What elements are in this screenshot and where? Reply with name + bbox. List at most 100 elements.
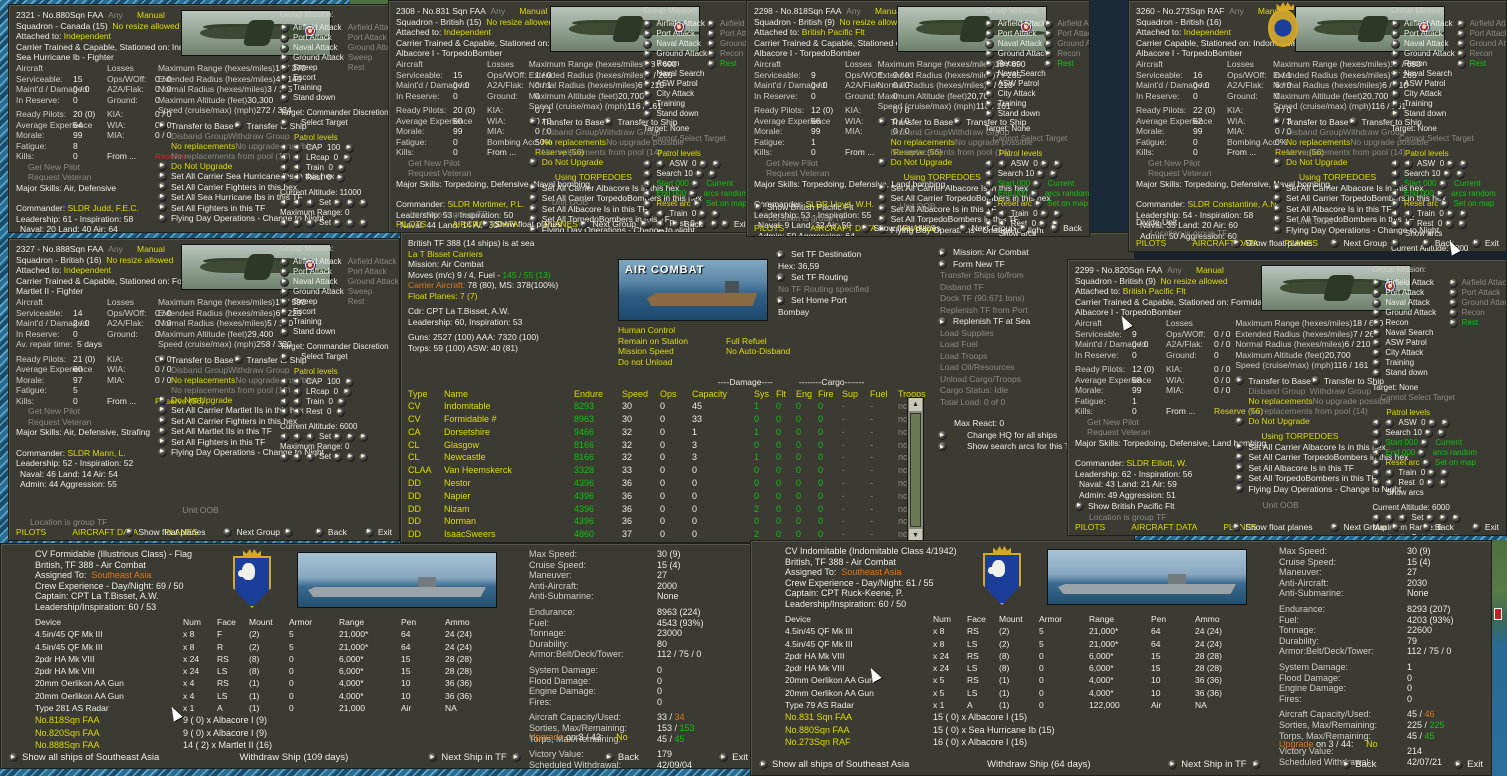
tf-order-toggle[interactable]: Do not Unload [618, 357, 726, 368]
arrow-icon[interactable] [1044, 58, 1054, 69]
tf-dest-menu-item[interactable]: Set TF Routing [791, 272, 848, 284]
tf-dest-menu-item[interactable]: No TF Routing specified [778, 284, 869, 296]
tf-menu-item[interactable]: Transfer Ships to/from [940, 270, 1024, 282]
day-mission[interactable]: Naval Attack [1404, 39, 1448, 49]
night-mission[interactable]: Rest [1470, 59, 1486, 69]
get-new-pilot-link[interactable]: Get New Pilot [408, 158, 531, 169]
arrow-icon[interactable] [1235, 462, 1245, 473]
day-mission[interactable]: Sweep [293, 63, 317, 73]
using-torpedoes[interactable]: Using TORPEDOES [1261, 431, 1371, 442]
footer-button[interactable]: Back [670, 218, 703, 229]
arrow-icon[interactable] [707, 58, 717, 69]
set-all-action[interactable]: Set All Carrier Albacore Is in this hex [1248, 442, 1385, 453]
arrow-icon[interactable] [157, 415, 167, 426]
ship-squadron-name[interactable]: No.880Sqn FAA [785, 724, 933, 736]
arrow-icon[interactable] [1075, 500, 1084, 511]
ship-row[interactable]: DD Napier 4396 36 0 0 0 0 0 0 - - none [408, 490, 918, 503]
set-all-action[interactable]: Set All Carrier Fighters in this hex [171, 182, 297, 193]
night-mission[interactable]: Ground Attack [1470, 39, 1506, 49]
night-mission[interactable]: Rest [348, 297, 364, 307]
arrow-icon[interactable] [1273, 192, 1282, 203]
get-new-pilot-link[interactable]: Get New Pilot [1148, 158, 1275, 169]
set-altitude-button[interactable]: Set [319, 432, 331, 442]
set-all-action[interactable]: Set All Albacore Is in this TF [1248, 463, 1354, 474]
day-mission[interactable]: Sweep [293, 297, 317, 307]
scrollbar-thumb[interactable] [910, 413, 921, 527]
set-on-map-button[interactable]: Set on map [1453, 199, 1494, 209]
day-mission[interactable]: Airfield Attack [656, 19, 704, 29]
arrow-icon[interactable] [1235, 415, 1245, 426]
footer-button[interactable]: Exit [720, 218, 748, 229]
arrow-icon[interactable] [157, 212, 167, 223]
footer-button[interactable]: Back [1050, 222, 1082, 233]
tf-dest-menu-item[interactable]: Bombay [778, 307, 809, 319]
ship-captain[interactable]: Captain: CPT Ruck-Keene, P. [785, 588, 957, 599]
set-all-action[interactable]: Set All Fighters in this TF [171, 437, 265, 448]
day-mission[interactable]: Naval Attack [293, 277, 337, 287]
manual-toggle[interactable]: Manual [519, 6, 547, 16]
arrow-icon[interactable] [1456, 58, 1466, 69]
day-mission[interactable]: Training [293, 83, 322, 93]
day-mission[interactable]: ASW Patrol [656, 79, 697, 89]
night-mission[interactable]: Ground Attack [348, 277, 399, 287]
arrow-icon[interactable] [157, 404, 167, 415]
ship-footer-button[interactable]: Next Ship in TF [1168, 759, 1264, 770]
transfer-to-base-button[interactable]: Transfer to Base [1273, 116, 1349, 127]
day-mission[interactable]: Airfield Attack [998, 19, 1046, 29]
night-mission[interactable]: Rest [348, 63, 364, 73]
day-mission[interactable]: Airfield Attack [1385, 278, 1433, 288]
day-mission[interactable]: ASW Patrol [1404, 79, 1445, 89]
footer-button[interactable]: Next Group [1330, 521, 1403, 532]
night-mission[interactable]: Recon [1057, 49, 1080, 59]
night-mission[interactable]: Airfield Attack [1470, 19, 1506, 29]
arrow-icon[interactable] [157, 394, 167, 405]
request-veteran-link[interactable]: Request Veteran [1087, 427, 1237, 438]
arrow-icon[interactable] [157, 170, 167, 181]
tf-name[interactable]: La T Bisset Carriers [408, 249, 558, 260]
select-target[interactable]: Cannot Select Target [1399, 134, 1474, 144]
footer-button[interactable]: Next Group [579, 218, 652, 229]
do-not-upgrade-toggle[interactable]: Do Not Upgrade [1286, 157, 1347, 167]
day-mission[interactable]: Stand down [998, 109, 1040, 119]
ship-footer-button[interactable]: Withdraw Ship (109 days) [239, 752, 348, 763]
reset-arc-button[interactable]: Reset arc [1385, 458, 1419, 468]
request-veteran-link[interactable]: Request Veteran [766, 168, 881, 179]
day-mission[interactable]: Recon [656, 59, 679, 69]
tf-menu-item[interactable]: Change HQ for all ships [967, 430, 1057, 442]
arrow-icon[interactable] [1448, 317, 1458, 328]
ship-footer-button[interactable]: Back [1342, 759, 1376, 770]
ship-list-scrollbar[interactable]: ▲ ▼ [907, 397, 924, 542]
day-mission[interactable]: Training [1404, 99, 1433, 109]
menu-arrow-icon[interactable] [776, 249, 785, 260]
tf-menu-item[interactable]: Replenish TF from Port [940, 305, 1028, 317]
show-fleet-button[interactable]: Show British Pacific Flt [767, 202, 853, 213]
day-mission[interactable]: Ground Attack [1404, 49, 1455, 59]
day-mission[interactable]: Ground Attack [1385, 308, 1436, 318]
day-mission[interactable]: Airfield Attack [1404, 19, 1452, 29]
arrow-icon[interactable] [754, 201, 763, 212]
footer-tab[interactable]: PILOTS [1136, 238, 1166, 248]
day-mission[interactable]: Stand down [293, 327, 335, 337]
no-replacements-toggle[interactable]: No replacements [171, 141, 235, 151]
select-target[interactable]: Cannot Select Target [1380, 393, 1455, 403]
day-mission[interactable]: Naval Search [1404, 69, 1452, 79]
transfer-to-base-button[interactable]: Transfer to Base [157, 354, 234, 365]
arrow-icon[interactable] [1235, 472, 1245, 483]
day-mission[interactable]: Port Attack [293, 33, 332, 43]
commander-line[interactable]: Commander: SLDR Mann, L. [16, 448, 160, 459]
day-mission[interactable]: Port Attack [1404, 29, 1443, 39]
ship-squadron-name[interactable]: No.273Sqn RAF [785, 736, 933, 748]
tf-menu-item[interactable]: Max React: 0 [954, 418, 1004, 430]
do-not-upgrade-toggle[interactable]: Do Not Upgrade [891, 157, 952, 167]
arrow-icon[interactable] [157, 202, 167, 213]
ship-footer-button[interactable]: Show all ships of Southeast Asia [759, 759, 909, 770]
get-new-pilot-link[interactable]: Get New Pilot [28, 162, 160, 173]
arrow-icon[interactable] [157, 160, 167, 171]
night-mission[interactable]: Port Attack [348, 33, 387, 43]
footer-button[interactable]: Back [314, 526, 347, 537]
day-mission[interactable]: Ground Attack [656, 49, 707, 59]
footer-button[interactable]: Show float planes [860, 222, 941, 233]
day-mission[interactable]: ASW Patrol [1385, 338, 1426, 348]
footer-button[interactable]: Next Group [223, 526, 296, 537]
reset-arc-button[interactable]: Reset arc [1404, 199, 1438, 209]
